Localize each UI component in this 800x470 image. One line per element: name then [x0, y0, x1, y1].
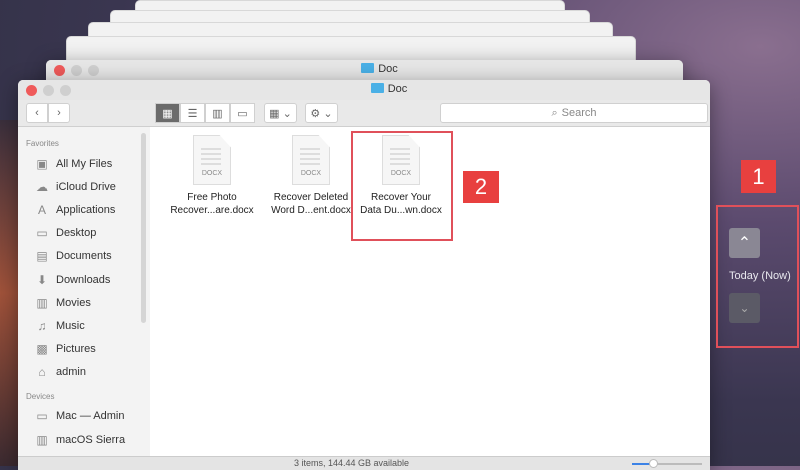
favorites-icon: ☁	[36, 179, 48, 194]
annotation-badge-2: 2	[463, 171, 499, 203]
list-view-button[interactable]: ☰	[180, 103, 205, 123]
annotation-badge-1: 1	[741, 160, 776, 193]
file-item[interactable]: DOCX Free Photo Recover...are.docx	[162, 135, 262, 217]
favorites-icon: ♫	[37, 318, 47, 333]
back-button[interactable]: ‹	[26, 103, 48, 123]
sidebar-item-downloads[interactable]: ⬇ Downloads	[18, 268, 150, 291]
search-input[interactable]: ⌕ Search	[440, 103, 708, 123]
arrange-button[interactable]: ▦ ⌄	[264, 103, 297, 123]
icon-size-slider[interactable]	[632, 459, 702, 468]
cover-flow-button[interactable]: ▭	[230, 103, 255, 123]
favorites-icon: ⬇	[36, 272, 48, 287]
favorites-icon: ▩	[36, 342, 48, 357]
favorites-icon: ▤	[36, 249, 48, 264]
sidebar-item-music[interactable]: ♫ Music	[18, 314, 150, 337]
favorites-icon: ▭	[36, 226, 48, 241]
sidebar-item-documents[interactable]: ▤ Documents	[18, 245, 150, 268]
sidebar-item-applications[interactable]: A Applications	[18, 198, 150, 221]
sidebar-item-admin[interactable]: ⌂ admin	[18, 361, 150, 384]
forward-button[interactable]: ›	[48, 103, 70, 123]
highlight-box	[351, 131, 453, 241]
favorites-header: Favorites	[26, 139, 59, 148]
window-title: Doc	[378, 63, 398, 75]
slider-knob[interactable]	[649, 459, 658, 468]
timeline-label: Today (Now)	[729, 270, 791, 282]
docx-file-icon: DOCX	[193, 135, 231, 185]
devices-icon: ▥	[36, 432, 48, 447]
search-icon: ⌕	[551, 106, 558, 119]
folder-icon	[370, 83, 384, 93]
sidebar-item-all-my-files[interactable]: ▣ All My Files	[18, 152, 150, 175]
sidebar-item-macos-sierra[interactable]: ▥ macOS Sierra	[18, 428, 150, 451]
favorites-icon: ▥	[36, 295, 48, 310]
window-title: Doc	[387, 83, 408, 95]
favorites-icon: ▣	[36, 156, 48, 171]
column-view-button[interactable]: ▥	[205, 103, 230, 123]
sidebar-item-movies[interactable]: ▥ Movies	[18, 291, 150, 314]
sidebar-item-desktop[interactable]: ▭ Desktop	[18, 222, 150, 245]
devices-header: Devices	[26, 391, 55, 401]
sidebar: Favorites ▣ All My Files ☁ iCloud Drive A App…	[18, 127, 150, 456]
file-item[interactable]: DOCX Recover Deleted Word D...ent.docx	[261, 135, 361, 217]
sidebar-scrollbar[interactable]	[141, 133, 146, 323]
favorites-icon: ⌂	[38, 365, 46, 380]
sidebar-item-icloud-drive[interactable]: ☁ iCloud Drive	[18, 175, 150, 198]
docx-file-icon: DOCX	[292, 135, 330, 185]
folder-icon	[361, 63, 375, 73]
icon-view-button[interactable]: ▦	[155, 103, 180, 123]
timeline-up-button[interactable]: ⌃	[729, 228, 760, 258]
status-text: 3 items, 144.44 GB available	[294, 458, 410, 468]
devices-icon: ▭	[36, 409, 48, 424]
action-button[interactable]: ⚙ ⌄	[305, 103, 338, 123]
sidebar-item-mac-admin[interactable]: ▭ Mac — Admin	[18, 405, 150, 428]
timeline-down-button[interactable]: ⌄	[729, 293, 760, 323]
sidebar-item-pictures[interactable]: ▩ Pictures	[18, 338, 150, 361]
finder-window: Doc ‹ › ▦ ☰ ▥ ▭ ▦ ⌄ ⚙ ⌄ ⌕ Search Favorite…	[18, 80, 710, 470]
file-area: DOCX Free Photo Recover...are.docx DOCX Rec…	[150, 127, 710, 456]
favorites-icon: A	[37, 202, 46, 217]
